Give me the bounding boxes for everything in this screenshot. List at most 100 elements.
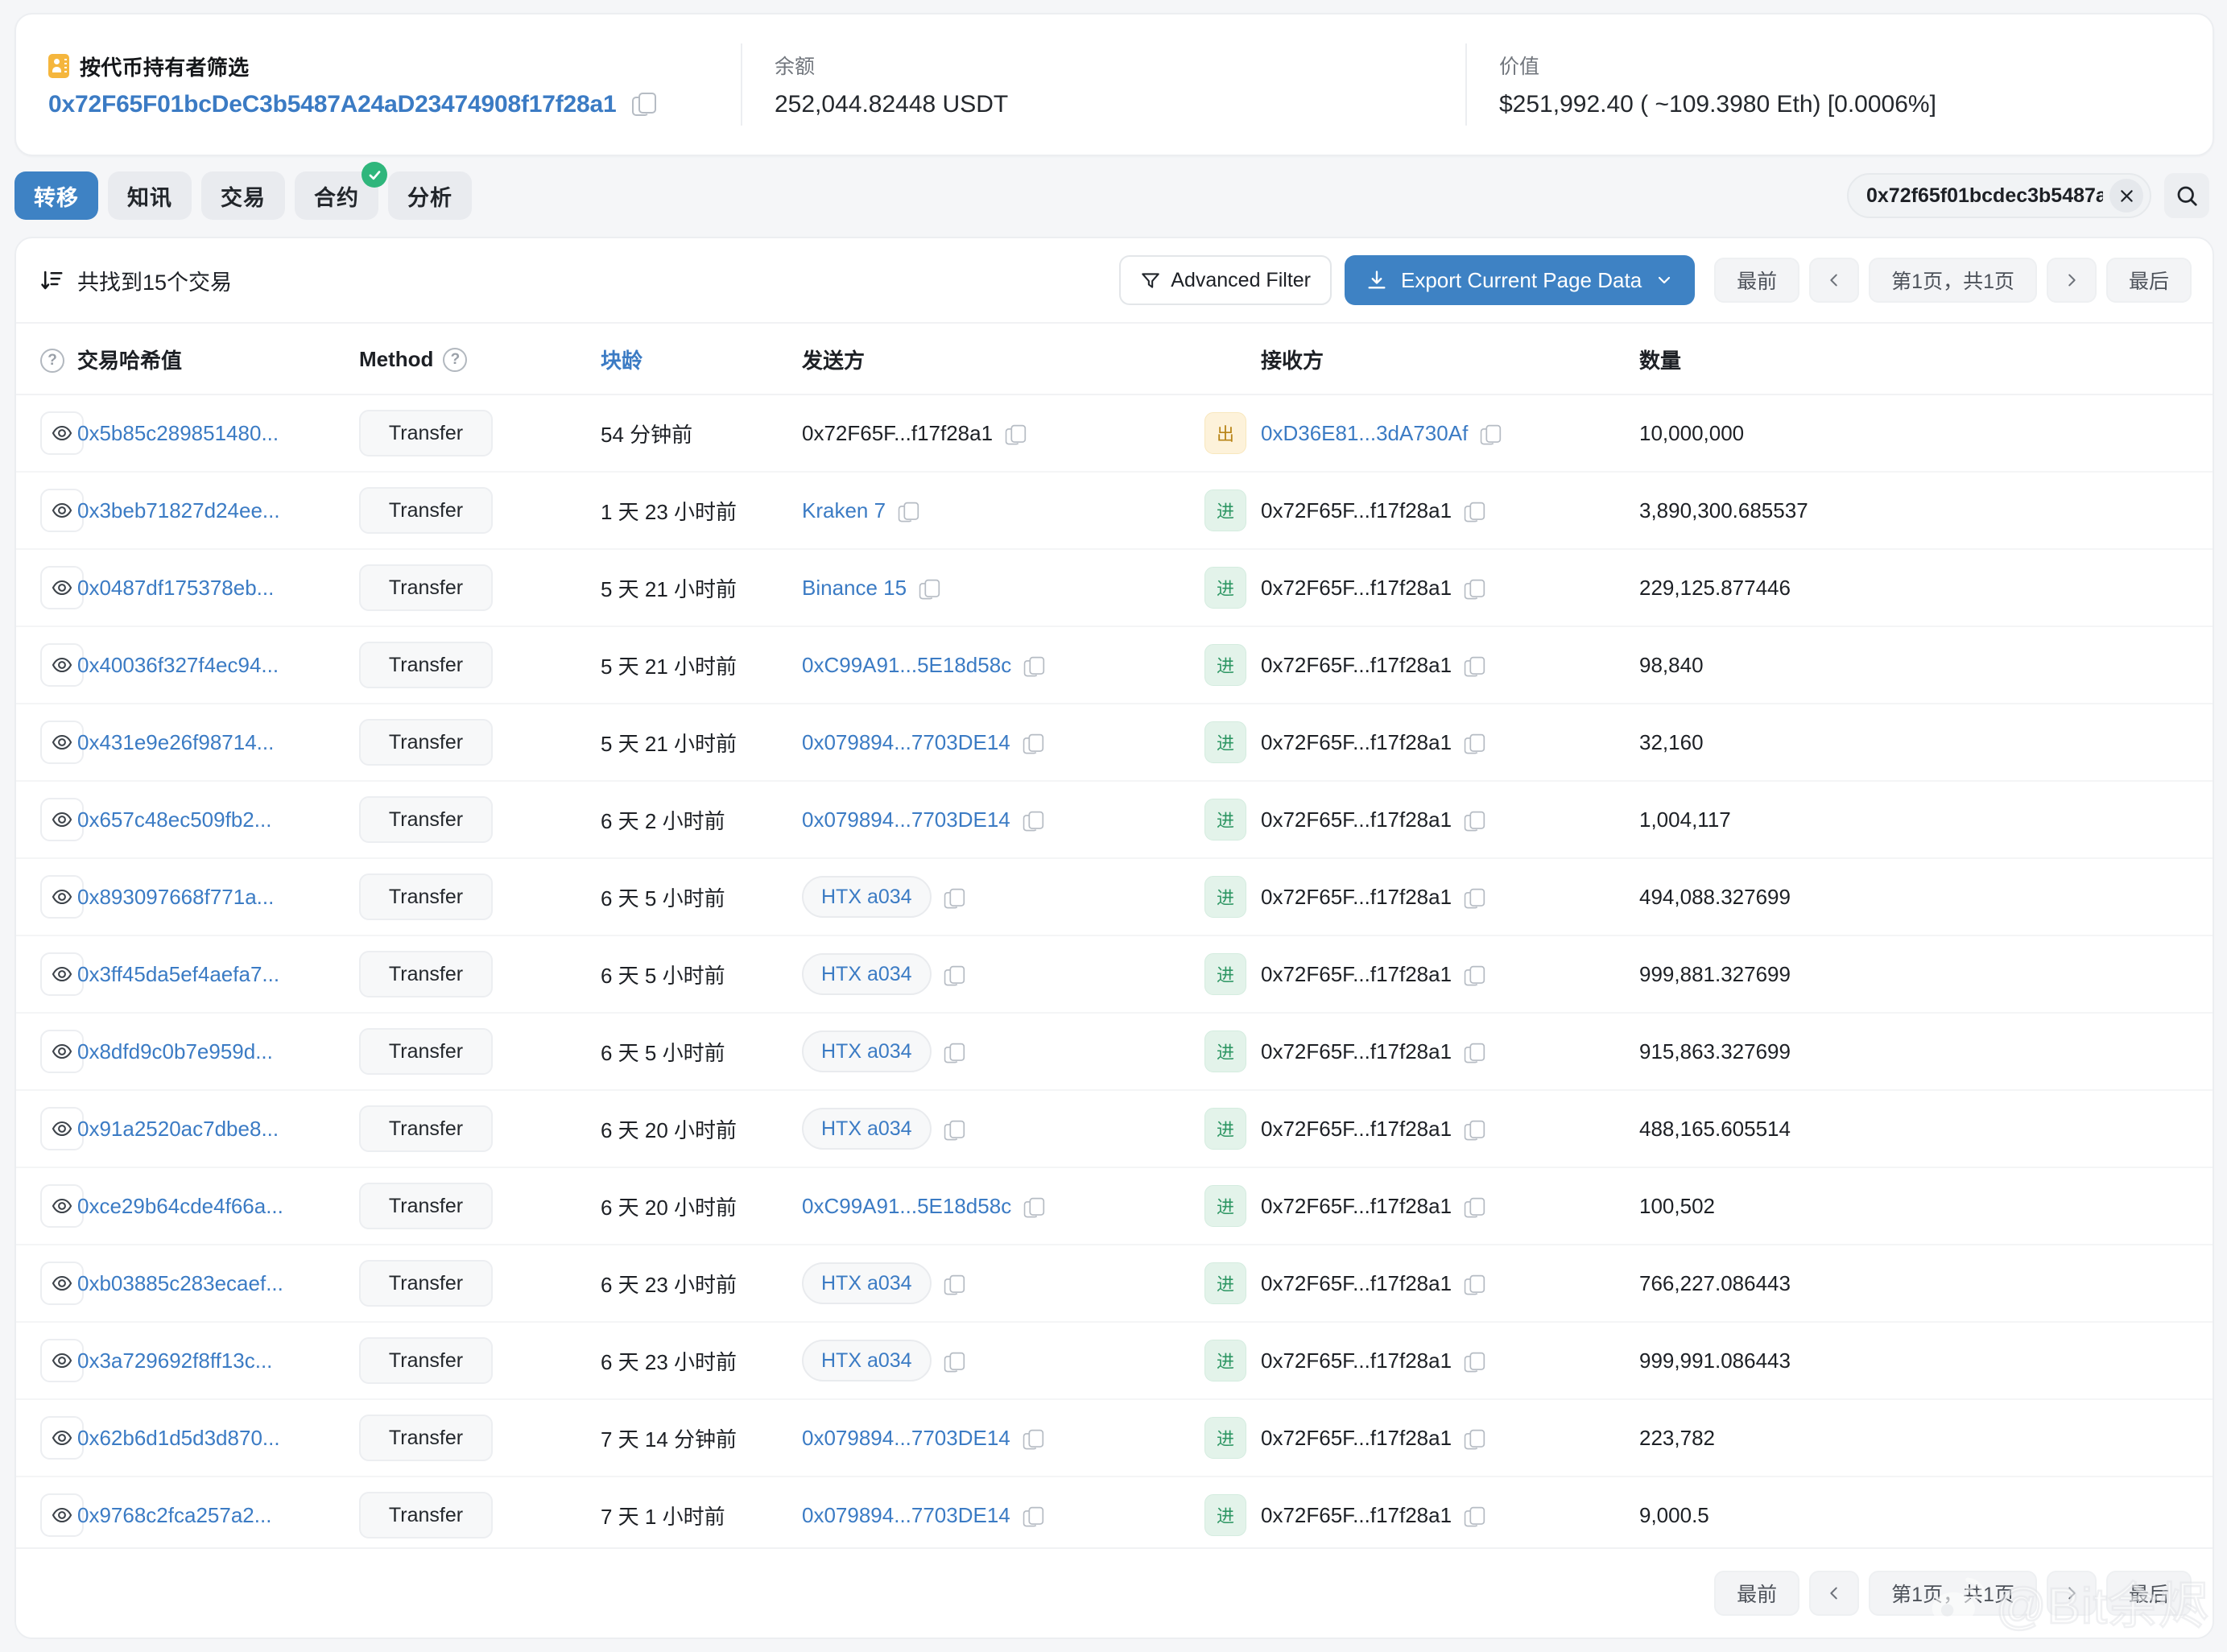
tx-hash-link[interactable]: 0x3ff45da5ef4aefa7... xyxy=(77,962,279,986)
copy-icon[interactable] xyxy=(1023,1506,1043,1527)
tab-0[interactable]: 转移 xyxy=(14,171,98,220)
header-age[interactable]: 块龄 xyxy=(601,324,802,395)
copy-icon[interactable] xyxy=(1464,1120,1485,1141)
method-help-icon[interactable]: ? xyxy=(443,347,468,372)
copy-icon[interactable] xyxy=(1464,965,1485,986)
from-tag-chip[interactable]: HTX a034 xyxy=(802,1108,932,1150)
pagination-prev-button[interactable] xyxy=(1809,258,1860,303)
tab-2[interactable]: 交易 xyxy=(201,171,285,220)
from-tag-chip[interactable]: HTX a034 xyxy=(802,1030,932,1072)
tx-hash-link[interactable]: 0x62b6d1d5d3d870... xyxy=(77,1426,280,1450)
copy-icon[interactable] xyxy=(944,1120,965,1141)
method-chip[interactable]: Transfer xyxy=(359,1183,493,1229)
export-page-data-button[interactable]: Export Current Page Data xyxy=(1345,255,1696,305)
copy-icon[interactable] xyxy=(1464,656,1485,677)
copy-icon[interactable] xyxy=(1023,1197,1045,1218)
from-address[interactable]: Binance 15 xyxy=(802,576,907,601)
method-chip[interactable]: Transfer xyxy=(359,487,493,534)
copy-icon[interactable] xyxy=(919,579,940,600)
copy-icon[interactable] xyxy=(1464,888,1485,909)
table-row[interactable]: 0x0487df175378eb... Transfer 5 天 21 小时前 Bin… xyxy=(16,549,2213,627)
header-hash[interactable]: 交易哈希值 xyxy=(77,324,359,395)
copy-icon[interactable] xyxy=(944,1274,965,1295)
tx-hash-link[interactable]: 0x5b85c289851480... xyxy=(77,421,279,445)
from-address[interactable]: 0xC99A91...5E18d58c xyxy=(802,1194,1011,1219)
table-row[interactable]: 0x431e9e26f98714... Transfer 5 天 21 小时前 0x0… xyxy=(16,704,2213,782)
footer-pagination-last-button[interactable]: 最后 xyxy=(2105,1571,2192,1616)
sort-descending-icon[interactable] xyxy=(40,268,64,292)
footer-pagination-prev-button[interactable] xyxy=(1809,1571,1860,1616)
table-row[interactable]: 0x3beb71827d24ee... Transfer 1 天 23 小时前 Kra… xyxy=(16,472,2213,550)
method-chip[interactable]: Transfer xyxy=(359,1260,493,1307)
from-address[interactable]: 0x079894...7703DE14 xyxy=(802,1503,1010,1528)
tx-hash-link[interactable]: 0x431e9e26f98714... xyxy=(77,730,274,754)
to-address[interactable]: 0xD36E81...3dA730Af xyxy=(1261,421,1468,446)
table-row[interactable]: 0x40036f327f4ec94... Transfer 5 天 21 小时前 0x… xyxy=(16,626,2213,704)
copy-icon[interactable] xyxy=(1023,656,1045,677)
holder-address-link[interactable]: 0x72F65F01bcDeC3b5487A24aD23474908f17f28… xyxy=(48,91,617,118)
search-button[interactable] xyxy=(2164,173,2209,218)
table-row[interactable]: 0x5b85c289851480... Transfer 54 分钟前 0x72F65… xyxy=(16,394,2213,473)
copy-icon[interactable] xyxy=(1480,424,1502,445)
tx-hash-link[interactable]: 0x40036f327f4ec94... xyxy=(77,653,279,677)
pagination-first-button[interactable]: 最前 xyxy=(1714,258,1800,303)
from-address[interactable]: 0x079894...7703DE14 xyxy=(802,807,1010,832)
tx-hash-link[interactable]: 0x0487df175378eb... xyxy=(77,576,274,600)
copy-icon[interactable] xyxy=(1464,733,1485,754)
tx-hash-link[interactable]: 0xce29b64cde4f66a... xyxy=(77,1194,283,1218)
copy-icon[interactable] xyxy=(898,502,919,522)
copy-icon[interactable] xyxy=(1023,733,1043,754)
tab-3[interactable]: 合约 xyxy=(295,162,387,220)
from-address[interactable]: Kraken 7 xyxy=(802,498,886,523)
help-icon[interactable]: ? xyxy=(40,348,64,373)
method-chip[interactable]: Transfer xyxy=(359,1492,493,1538)
method-chip[interactable]: Transfer xyxy=(359,951,493,997)
table-row[interactable]: 0x3ff45da5ef4aefa7... Transfer 6 天 5 小时前 HT… xyxy=(16,935,2213,1014)
from-tag-chip[interactable]: HTX a034 xyxy=(802,1262,932,1304)
copy-icon[interactable] xyxy=(1464,1274,1485,1295)
tx-hash-link[interactable]: 0x8dfd9c0b7e959d... xyxy=(77,1039,273,1063)
method-chip[interactable]: Transfer xyxy=(359,873,493,920)
table-row[interactable]: 0x893097668f771a... Transfer 6 天 5 小时前 HTX … xyxy=(16,858,2213,936)
copy-icon[interactable] xyxy=(1464,1429,1485,1450)
from-address[interactable]: 0x079894...7703DE14 xyxy=(802,730,1010,755)
footer-pagination-first-button[interactable]: 最前 xyxy=(1714,1571,1800,1616)
method-chip[interactable]: Transfer xyxy=(359,796,493,843)
copy-icon[interactable] xyxy=(1464,1506,1485,1527)
method-chip[interactable]: Transfer xyxy=(359,1337,493,1384)
pagination-next-button[interactable] xyxy=(2046,258,2097,303)
pagination-last-button[interactable]: 最后 xyxy=(2105,258,2192,303)
table-row[interactable]: 0x3a729692f8ff13c... Transfer 6 天 23 小时前 HT… xyxy=(16,1322,2213,1400)
copy-icon[interactable] xyxy=(944,965,965,986)
tx-hash-link[interactable]: 0x893097668f771a... xyxy=(77,885,274,909)
table-row[interactable]: 0xb03885c283ecaef... Transfer 6 天 23 小时前 HT… xyxy=(16,1245,2213,1323)
tx-hash-link[interactable]: 0x3a729692f8ff13c... xyxy=(77,1348,272,1373)
copy-icon[interactable] xyxy=(1464,811,1485,832)
tx-hash-link[interactable]: 0x9768c2fca257a2... xyxy=(77,1503,271,1527)
method-chip[interactable]: Transfer xyxy=(359,1028,493,1075)
copy-icon[interactable] xyxy=(1023,1429,1043,1450)
copy-icon[interactable] xyxy=(1005,424,1027,445)
table-row[interactable]: 0x62b6d1d5d3d870... Transfer 7 天 14 分钟前 0x0… xyxy=(16,1399,2213,1477)
from-tag-chip[interactable]: HTX a034 xyxy=(802,953,932,995)
table-row[interactable]: 0xce29b64cde4f66a... Transfer 6 天 20 小时前 0x… xyxy=(16,1167,2213,1245)
copy-icon[interactable] xyxy=(1464,502,1485,522)
copy-icon[interactable] xyxy=(632,92,657,117)
footer-pagination-next-button[interactable] xyxy=(2046,1571,2097,1616)
advanced-filter-button[interactable]: Advanced Filter xyxy=(1119,255,1332,305)
table-row[interactable]: 0x8dfd9c0b7e959d... Transfer 6 天 5 小时前 HTX … xyxy=(16,1013,2213,1091)
copy-icon[interactable] xyxy=(944,1352,965,1373)
method-chip[interactable]: Transfer xyxy=(359,410,493,456)
from-address[interactable]: 0xC99A91...5E18d58c xyxy=(802,653,1011,678)
copy-icon[interactable] xyxy=(1464,1197,1485,1218)
table-row[interactable]: 0x91a2520ac7dbe8... Transfer 6 天 20 小时前 HTX… xyxy=(16,1090,2213,1168)
tx-hash-link[interactable]: 0x3beb71827d24ee... xyxy=(77,498,280,522)
method-chip[interactable]: Transfer xyxy=(359,564,493,611)
method-chip[interactable]: Transfer xyxy=(359,719,493,766)
tx-hash-link[interactable]: 0x91a2520ac7dbe8... xyxy=(77,1117,279,1141)
copy-icon[interactable] xyxy=(1464,579,1485,600)
search-input[interactable]: 0x72f65f01bcdec3b5487a24a... xyxy=(1866,184,2103,208)
from-tag-chip[interactable]: HTX a034 xyxy=(802,1340,932,1381)
copy-icon[interactable] xyxy=(1464,1043,1485,1063)
tx-hash-link[interactable]: 0xb03885c283ecaef... xyxy=(77,1271,283,1295)
